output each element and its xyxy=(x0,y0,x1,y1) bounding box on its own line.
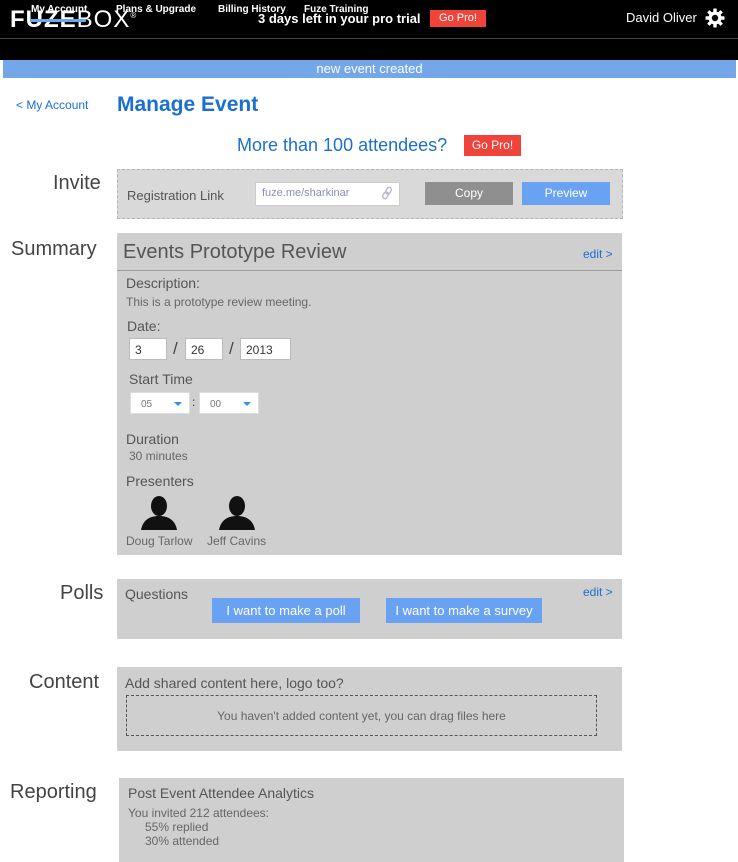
tab-fuze-training[interactable]: Fuze Training xyxy=(304,4,368,15)
link-icon[interactable] xyxy=(381,186,393,200)
make-survey-button[interactable]: I want to make a survey xyxy=(386,598,542,623)
summary-section-label: Summary xyxy=(11,238,97,260)
date-year-input[interactable]: 2013 xyxy=(240,338,291,360)
start-minute-value: 00 xyxy=(210,399,222,410)
time-separator: : xyxy=(192,395,196,409)
replied-stat: 55% replied xyxy=(145,820,209,834)
make-poll-button[interactable]: I want to make a poll xyxy=(212,598,360,623)
date-day-input[interactable]: 26 xyxy=(185,338,223,360)
start-hour-select[interactable]: 05 xyxy=(130,392,190,414)
description-value: This is a prototype review meeting. xyxy=(126,295,312,309)
content-heading: Add shared content here, logo too? xyxy=(125,675,344,691)
start-minute-select[interactable]: 00 xyxy=(199,392,259,414)
start-hour-value: 05 xyxy=(141,399,153,410)
duration-label: Duration xyxy=(126,431,179,447)
notification-banner: new event created xyxy=(3,60,736,78)
tab-billing-history[interactable]: Billing History xyxy=(218,4,286,15)
tab-plans-upgrade[interactable]: Plans & Upgrade xyxy=(116,4,196,15)
presenter-avatar-icon[interactable] xyxy=(217,494,257,530)
polls-section-label: Polls xyxy=(60,582,104,604)
registration-link-field[interactable]: fuze.me/sharkinar xyxy=(255,182,400,206)
presenters-label: Presenters xyxy=(126,473,194,489)
presenter-name: Doug Tarlow xyxy=(126,534,193,548)
duration-value: 30 minutes xyxy=(129,449,188,463)
polls-panel xyxy=(117,579,622,639)
summary-edit-link[interactable]: edit > xyxy=(583,247,613,261)
description-label: Description: xyxy=(126,275,200,291)
date-label: Date: xyxy=(127,318,161,334)
file-drop-zone[interactable]: You haven't added content yet, you can d… xyxy=(126,695,597,736)
invited-count: You invited 212 attendees: xyxy=(128,806,270,820)
chevron-down-icon[interactable] xyxy=(167,394,189,414)
presenter-name: Jeff Cavins xyxy=(207,534,267,548)
questions-label: Questions xyxy=(125,586,189,602)
invite-section-label: Invite xyxy=(53,172,101,194)
registration-link-label: Registration Link xyxy=(127,188,224,203)
back-link[interactable]: < My Account xyxy=(16,98,88,112)
event-title: Events Prototype Review xyxy=(123,241,347,263)
tab-my-account[interactable]: My Account xyxy=(31,4,87,15)
analytics-heading: Post Event Attendee Analytics xyxy=(128,785,315,801)
presenter-avatar-icon[interactable] xyxy=(139,494,179,530)
go-pro-button[interactable]: Go Pro! xyxy=(430,10,486,27)
user-name[interactable]: David Oliver xyxy=(626,10,697,25)
attended-stat: 30% attended xyxy=(145,834,220,848)
active-tab-indicator xyxy=(30,19,86,22)
summary-divider xyxy=(117,270,622,271)
main-nav xyxy=(0,38,738,60)
preview-button[interactable]: Preview xyxy=(522,182,610,205)
gear-icon[interactable] xyxy=(705,8,725,28)
date-separator: / xyxy=(173,339,178,358)
start-time-label: Start Time xyxy=(129,371,193,387)
reporting-section-label: Reporting xyxy=(10,781,97,803)
chevron-down-icon[interactable] xyxy=(236,394,258,414)
date-month-input[interactable]: 3 xyxy=(129,338,167,360)
polls-edit-link[interactable]: edit > xyxy=(583,585,613,599)
copy-button[interactable]: Copy xyxy=(425,182,513,205)
promo-text: More than 100 attendees? xyxy=(237,135,448,155)
promo-go-pro-button[interactable]: Go Pro! xyxy=(464,135,521,156)
date-separator: / xyxy=(229,339,234,358)
page-title: Manage Event xyxy=(117,93,259,116)
content-section-label: Content xyxy=(29,671,100,693)
